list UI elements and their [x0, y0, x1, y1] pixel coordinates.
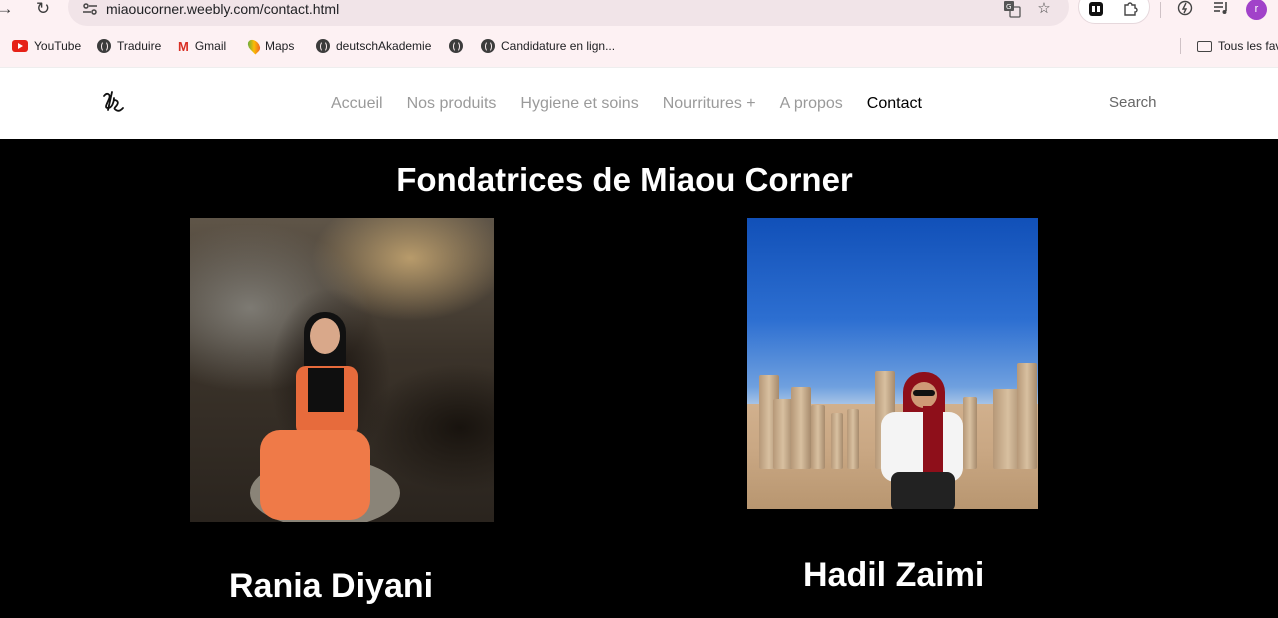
page-heading: Fondatrices de Miaou Corner [396, 161, 853, 198]
globe-icon [481, 39, 495, 53]
all-bookmarks-label: Tous les fav [1218, 39, 1278, 53]
founders-section: Fondatrices de Miaou Corner Rania Diyani… [0, 139, 1278, 618]
nav-nos-produits[interactable]: Nos produits [407, 93, 497, 115]
founder-name: Hadil Zaimi [803, 556, 985, 594]
bookmark-gmail[interactable]: M Gmail [178, 34, 226, 58]
bookmark-label: Maps [265, 39, 295, 53]
photo-person [260, 312, 370, 520]
founder-photo-rania [190, 218, 494, 522]
url-text[interactable]: miaoucorner.weebly.com/contact.html [106, 0, 339, 18]
site-logo[interactable] [100, 88, 128, 116]
nav-a-propos[interactable]: A propos [780, 93, 843, 115]
nav-contact[interactable]: Contact [867, 93, 922, 115]
bookmark-candidature[interactable]: Candidature en lign... [481, 34, 615, 58]
bookmarks-bar: YouTube Traduire M Gmail Maps deutschAka… [0, 34, 1278, 58]
founder-photo-hadil [747, 218, 1038, 509]
reload-icon[interactable]: ↻ [32, 0, 54, 20]
extensions-group [1078, 0, 1150, 24]
bookmark-label: Candidature en lign... [501, 39, 616, 53]
globe-icon [449, 39, 463, 53]
extension-app-icon[interactable] [1085, 1, 1107, 21]
performance-icon[interactable] [1174, 0, 1196, 20]
globe-icon [316, 39, 330, 53]
gmail-icon: M [178, 38, 189, 54]
search-link[interactable]: Search [1109, 94, 1157, 111]
toolbar-separator [1160, 2, 1161, 18]
bookmark-youtube[interactable]: YouTube [12, 34, 81, 58]
nav-hygiene-et-soins[interactable]: Hygiene et soins [520, 93, 638, 115]
bookmark-deutschakademie[interactable]: deutschAkademie [316, 34, 431, 58]
globe-icon [97, 39, 111, 53]
forward-arrow-icon[interactable]: → [0, 0, 16, 20]
main-navigation: Accueil Nos produits Hygiene et soins No… [331, 93, 922, 115]
site-header: Accueil Nos produits Hygiene et soins No… [0, 67, 1278, 139]
translate-icon[interactable]: G [1003, 0, 1021, 18]
bookmark-traduire[interactable]: Traduire [97, 34, 161, 58]
bookmark-label: Gmail [194, 39, 227, 53]
media-controls-icon[interactable] [1210, 0, 1232, 20]
folder-icon [1197, 40, 1212, 52]
nav-nourritures[interactable]: Nourritures + [663, 93, 756, 115]
photo-person [873, 372, 969, 509]
bookmark-maps[interactable]: Maps [245, 34, 295, 58]
bookmark-star-icon[interactable]: ☆ [1035, 0, 1053, 18]
svg-text:G: G [1006, 3, 1011, 11]
nav-accueil[interactable]: Accueil [331, 93, 383, 115]
youtube-icon [12, 40, 28, 52]
bookmarks-separator [1180, 38, 1181, 54]
profile-avatar[interactable]: r [1246, 0, 1267, 20]
maps-icon [245, 37, 263, 55]
all-bookmarks-folder[interactable]: Tous les fav [1197, 34, 1278, 58]
address-row: → ↻ miaoucorner.weebly.com/contact.html … [0, 0, 1278, 26]
bookmark-label: YouTube [34, 39, 82, 53]
extensions-puzzle-icon[interactable] [1119, 1, 1141, 21]
browser-chrome: → ↻ miaoucorner.weebly.com/contact.html … [0, 0, 1278, 67]
bookmark-label: Traduire [117, 39, 162, 53]
site-info-icon[interactable] [82, 2, 98, 16]
bookmark-label: deutschAkademie [336, 39, 432, 53]
bookmark-untitled[interactable] [449, 34, 469, 58]
address-bar[interactable]: miaoucorner.weebly.com/contact.html G ☆ [68, 0, 1069, 26]
founder-name: Rania Diyani [229, 567, 434, 605]
